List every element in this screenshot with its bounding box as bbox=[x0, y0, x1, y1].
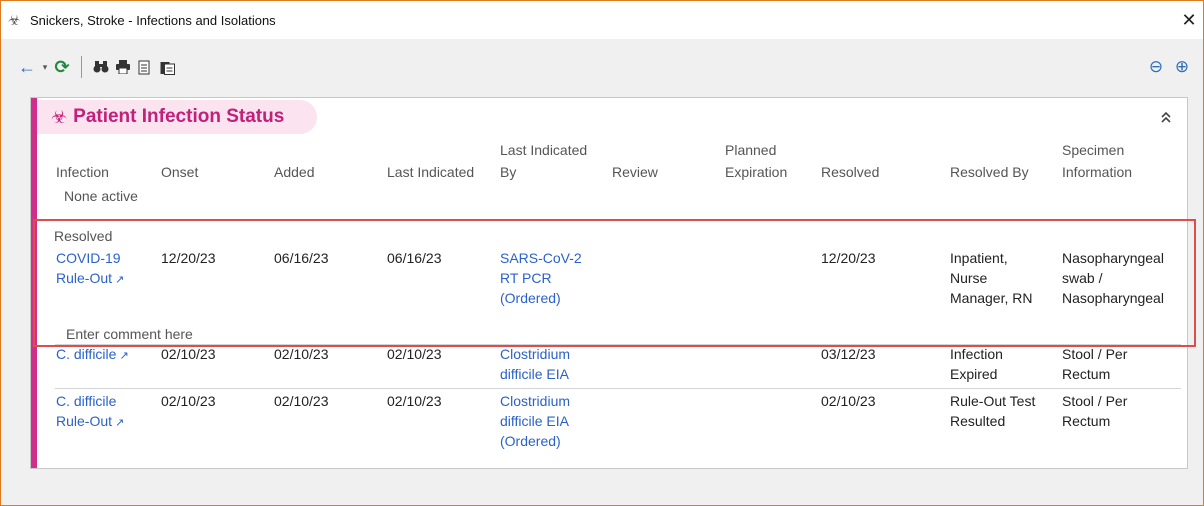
last-indicated-value: 02/10/23 bbox=[387, 346, 442, 362]
lab-order-line: difficile EIA bbox=[500, 366, 569, 382]
last-indicated-value: 02/10/23 bbox=[387, 393, 442, 409]
column-header-line: Expiration bbox=[725, 164, 788, 180]
lab-order-line: (Ordered) bbox=[500, 433, 561, 449]
lab-order-line: Clostridium bbox=[500, 393, 571, 409]
onset-value: 02/10/23 bbox=[161, 346, 216, 362]
specimen-line: Rectum bbox=[1062, 413, 1111, 429]
refresh-icon[interactable]: ⟳ bbox=[51, 55, 73, 79]
binoculars-icon[interactable] bbox=[90, 55, 112, 79]
resolved-by-value: Infection Expired bbox=[950, 344, 1003, 384]
card-title: Patient Infection Status bbox=[73, 106, 285, 127]
resolved-value: 02/10/23 bbox=[821, 393, 876, 409]
resolved-by-line: Rule-Out Test bbox=[950, 393, 1036, 409]
specimen-value: Stool / Per Rectum bbox=[1062, 391, 1127, 431]
chevron-down-icon[interactable]: ▾ bbox=[39, 55, 51, 79]
back-arrow-icon[interactable]: ← bbox=[15, 55, 39, 79]
infection-name: C. difficile bbox=[56, 393, 117, 409]
column-header-last-indicated: Last Indicated bbox=[387, 164, 475, 180]
collapse-icon[interactable] bbox=[1157, 110, 1175, 128]
zoom-in-icon[interactable]: ⊕ bbox=[1169, 55, 1195, 79]
close-button[interactable]: ✕ bbox=[1179, 11, 1199, 31]
lab-order-link[interactable]: Clostridium difficile EIA bbox=[500, 344, 570, 384]
column-header-line: Information bbox=[1062, 164, 1133, 180]
lab-order-line: difficile EIA bbox=[500, 413, 569, 429]
column-header-line: By bbox=[500, 164, 517, 180]
specimen-value: Stool / Per Rectum bbox=[1062, 344, 1127, 384]
resolved-value: 03/12/23 bbox=[821, 346, 876, 362]
added-value: 02/10/23 bbox=[274, 393, 329, 409]
resolved-by-line: Resulted bbox=[950, 413, 1006, 429]
column-header-planned-expiration: Planned Expiration bbox=[725, 140, 787, 182]
title-bar: ☣ Snickers, Stroke - Infections and Isol… bbox=[1, 1, 1203, 39]
toolbar: ← ▾ ⟳ ⊖ ⊕ bbox=[9, 47, 1195, 87]
column-header-added: Added bbox=[274, 164, 315, 180]
column-header-infection: Infection bbox=[56, 164, 109, 180]
column-header-resolved-by: Resolved By bbox=[950, 164, 1029, 180]
biohazard-icon: ☣ bbox=[8, 11, 21, 28]
biohazard-icon: ☣ bbox=[51, 106, 68, 127]
infection-name: Rule-Out bbox=[56, 413, 113, 429]
toolbar-separator bbox=[81, 56, 82, 78]
zoom-out-icon[interactable]: ⊖ bbox=[1143, 55, 1169, 79]
lab-order-line: Clostridium bbox=[500, 346, 571, 362]
lab-order-link[interactable]: Clostridium difficile EIA (Ordered) bbox=[500, 391, 570, 451]
print-icon[interactable] bbox=[112, 55, 134, 79]
highlight-box bbox=[33, 219, 1196, 347]
external-link-icon: ↗ bbox=[119, 350, 129, 362]
column-header-review: Review bbox=[612, 164, 658, 180]
column-header-last-indicated-by: Last Indicated By bbox=[500, 140, 587, 182]
column-header-line: Planned bbox=[725, 142, 777, 158]
infection-name: C. difficile bbox=[56, 346, 117, 362]
column-header-specimen-information: Specimen Information bbox=[1062, 140, 1132, 182]
zoom-controls: ⊖ ⊕ bbox=[1143, 55, 1195, 79]
card-header: ☣ Patient Infection Status bbox=[37, 100, 317, 134]
external-link-icon: ↗ bbox=[115, 417, 125, 429]
added-value: 02/10/23 bbox=[274, 346, 329, 362]
column-header-resolved: Resolved bbox=[821, 164, 880, 180]
paste-icon[interactable] bbox=[156, 55, 178, 79]
resolved-by-line: Expired bbox=[950, 366, 998, 382]
specimen-line: Stool / Per bbox=[1062, 393, 1128, 409]
resolved-by-value: Rule-Out Test Resulted bbox=[950, 391, 1035, 431]
specimen-line: Stool / Per bbox=[1062, 346, 1128, 362]
column-header-onset: Onset bbox=[161, 164, 199, 180]
infection-link-cdiff[interactable]: C. difficile ↗ bbox=[56, 344, 129, 366]
column-header-line: Last Indicated bbox=[500, 142, 588, 158]
column-header-line: Specimen bbox=[1062, 142, 1125, 158]
row-divider bbox=[55, 388, 1181, 389]
onset-value: 02/10/23 bbox=[161, 393, 216, 409]
window-title: Snickers, Stroke - Infections and Isolat… bbox=[30, 12, 276, 28]
resolved-by-line: Infection bbox=[950, 346, 1003, 362]
infection-link-cdiff-ruleout[interactable]: C. difficile Rule-Out ↗ bbox=[56, 391, 124, 433]
none-active-label: None active bbox=[64, 188, 138, 204]
app-window: ☣ Snickers, Stroke - Infections and Isol… bbox=[0, 0, 1204, 506]
copy-icon[interactable] bbox=[134, 55, 156, 79]
specimen-line: Rectum bbox=[1062, 366, 1111, 382]
